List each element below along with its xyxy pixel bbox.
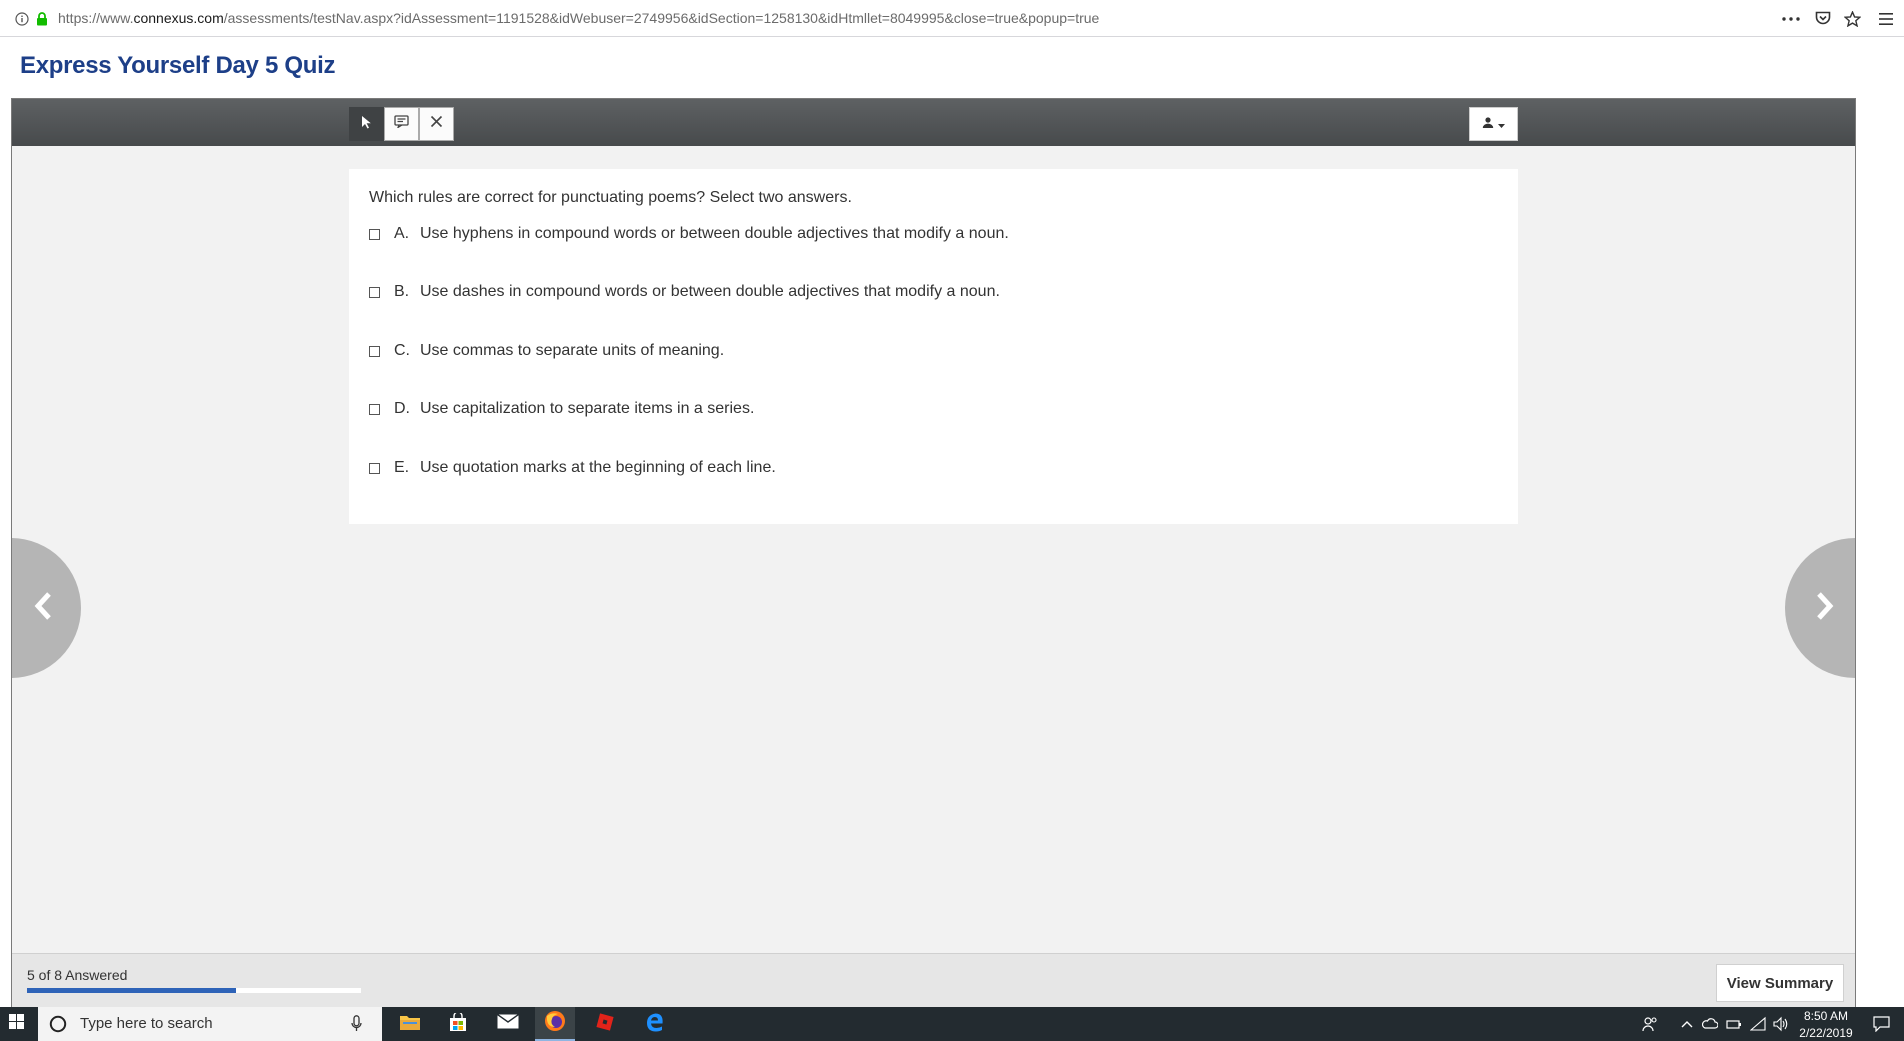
search-placeholder: Type here to search	[80, 1015, 213, 1032]
user-icon	[1482, 115, 1494, 133]
onedrive-cloud-icon[interactable]	[1701, 1016, 1719, 1032]
people-icon[interactable]	[1642, 1016, 1658, 1032]
eliminate-tool-button[interactable]	[419, 107, 454, 141]
windows-taskbar: Type here to search 8:50 AM 2/22/2019	[0, 1007, 1904, 1041]
firefox-icon	[544, 1010, 566, 1037]
option-letter: D.	[394, 400, 410, 417]
user-menu-button[interactable]	[1469, 107, 1518, 141]
next-question-button[interactable]	[1785, 538, 1855, 678]
clock-time[interactable]: 8:50 AM	[1796, 1009, 1856, 1023]
edge-icon	[645, 1012, 665, 1037]
answered-count: 5 of 8 Answered	[27, 967, 128, 983]
taskbar-search-box[interactable]: Type here to search	[38, 1007, 382, 1041]
option-text: Use commas to separate units of meaning.	[420, 342, 725, 359]
option-letter: C.	[394, 342, 410, 359]
option-text: Use quotation marks at the beginning of …	[420, 459, 776, 476]
chevron-right-icon	[1815, 591, 1835, 626]
answer-checkbox[interactable]	[369, 286, 380, 298]
microphone-icon[interactable]	[351, 1015, 362, 1037]
file-explorer-taskbar-button[interactable]	[390, 1007, 430, 1041]
question-prompt: Which rules are correct for punctuating …	[369, 189, 852, 206]
browser-url-bar: https://www.connexus.com/assessments/tes…	[0, 0, 1904, 37]
bookmark-star-icon[interactable]	[1840, 0, 1864, 37]
previous-question-button[interactable]	[12, 538, 81, 678]
caret-down-icon	[1498, 115, 1505, 133]
firefox-taskbar-button[interactable]	[535, 1007, 575, 1041]
answer-option-b[interactable]: B. Use dashes in compound words or betwe…	[369, 280, 1000, 304]
answer-option-e[interactable]: E. Use quotation marks at the beginning …	[369, 456, 776, 480]
roblox-taskbar-button[interactable]	[585, 1007, 625, 1041]
clock-date[interactable]: 2/22/2019	[1796, 1026, 1856, 1040]
volume-icon[interactable]	[1773, 1016, 1789, 1032]
option-text: Use dashes in compound words or between …	[420, 283, 1000, 300]
option-text: Use capitalization to separate items in …	[420, 400, 755, 417]
action-center-icon[interactable]	[1873, 1016, 1890, 1037]
answer-checkbox[interactable]	[369, 345, 380, 357]
answer-checkbox[interactable]	[369, 462, 380, 474]
view-summary-button[interactable]: View Summary	[1716, 964, 1844, 1002]
answer-checkbox[interactable]	[369, 403, 380, 415]
answer-checkbox[interactable]	[369, 228, 380, 240]
pointer-icon	[361, 115, 372, 134]
option-letter: E.	[394, 459, 410, 476]
option-text: Use hyphens in compound words or between…	[420, 225, 1009, 242]
start-button[interactable]	[0, 1007, 33, 1041]
answer-option-a[interactable]: A. Use hyphens in compound words or betw…	[369, 222, 1009, 246]
folder-icon	[400, 1014, 420, 1035]
assessment-toolbar	[12, 99, 1855, 146]
option-letter: B.	[394, 283, 410, 300]
mail-taskbar-button[interactable]	[488, 1007, 528, 1041]
hamburger-menu-icon[interactable]	[1874, 0, 1898, 37]
windows-logo-icon	[9, 1014, 24, 1034]
cortana-icon	[49, 1015, 67, 1033]
store-taskbar-button[interactable]	[438, 1007, 478, 1041]
wifi-icon[interactable]	[1749, 1016, 1766, 1032]
edge-taskbar-button[interactable]	[635, 1007, 675, 1041]
roblox-icon	[595, 1012, 615, 1037]
progress-bar	[27, 988, 361, 993]
url-field[interactable]: https://www.connexus.com/assessments/tes…	[58, 0, 1099, 37]
page-title: Express Yourself Day 5 Quiz	[20, 52, 336, 79]
sticky-note-icon	[394, 115, 409, 133]
answer-option-c[interactable]: C. Use commas to separate units of meani…	[369, 339, 724, 363]
assessment-frame: Which rules are correct for punctuating …	[11, 98, 1856, 1008]
annotate-tool-button[interactable]	[384, 107, 419, 141]
more-actions-icon[interactable]	[1779, 0, 1803, 37]
url-path: /assessments/testNav.aspx?idAssessment=1…	[223, 10, 1100, 26]
chevron-up-icon[interactable]	[1680, 1016, 1696, 1032]
assessment-footer: 5 of 8 Answered View Summary	[12, 953, 1855, 1007]
option-letter: A.	[394, 225, 410, 242]
info-icon[interactable]	[12, 0, 32, 37]
url-host: connexus.com	[133, 10, 224, 26]
chevron-left-icon	[33, 591, 53, 626]
progress-bar-fill	[27, 988, 236, 993]
url-prefix: https://www.	[58, 10, 134, 26]
store-bag-icon	[449, 1010, 467, 1036]
pointer-tool-button[interactable]	[349, 107, 384, 141]
answer-option-d[interactable]: D. Use capitalization to separate items …	[369, 397, 754, 421]
pocket-icon[interactable]	[1811, 0, 1835, 37]
lock-icon[interactable]	[32, 0, 52, 37]
cross-out-icon	[430, 115, 443, 133]
question-panel: Which rules are correct for punctuating …	[349, 169, 1518, 524]
battery-icon[interactable]	[1726, 1016, 1742, 1032]
question-content-area: Which rules are correct for punctuating …	[12, 146, 1855, 953]
mail-envelope-icon	[497, 1013, 519, 1034]
